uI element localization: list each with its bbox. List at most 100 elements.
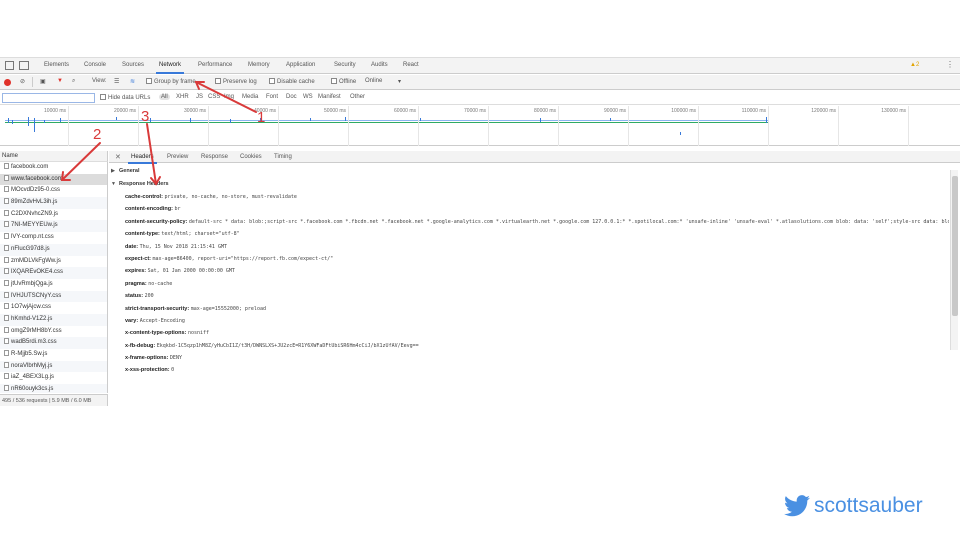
- group-by-frame-checkbox[interactable]: Group by frame: [146, 78, 196, 85]
- request-name: lVY-comp.nt.css: [11, 234, 54, 241]
- request-row[interactable]: hKmhd-V1Z2.js: [0, 313, 107, 326]
- request-row[interactable]: lVHJUTSCNyY.css: [0, 290, 107, 303]
- headers-scrollbar[interactable]: [950, 170, 958, 350]
- tab-preview[interactable]: Preview: [167, 154, 188, 160]
- close-icon[interactable]: ✕: [115, 153, 121, 161]
- header-value: max-age=86400, report-uri="https://repor…: [152, 255, 334, 262]
- request-name: 1O7wjAjcw.css: [11, 304, 52, 311]
- header-key: status:: [125, 293, 144, 300]
- throttling-select[interactable]: Online: [365, 78, 382, 84]
- header-value: Thu, 15 Nov 2018 21:15:41 GMT: [139, 243, 227, 250]
- filter-icon[interactable]: ▼: [57, 78, 63, 84]
- timeline-tick-label: 60000 ms: [394, 108, 416, 114]
- timeline-request-mark: [540, 118, 541, 122]
- tab-performance[interactable]: Performance: [198, 62, 232, 68]
- file-icon: [4, 233, 9, 240]
- more-options-icon[interactable]: ⋮: [946, 60, 954, 69]
- request-name: R-Mjjb5.Sw.js: [11, 351, 48, 357]
- request-row[interactable]: noraVlbrhMyj.js: [0, 360, 107, 373]
- request-row[interactable]: nFlucG97d8.js: [0, 243, 107, 256]
- device-toolbar-icon[interactable]: [19, 61, 29, 70]
- header-key: content-type:: [125, 231, 160, 238]
- tab-headers[interactable]: Headers: [128, 154, 157, 164]
- request-row[interactable]: 1O7wjAjcw.css: [0, 302, 107, 314]
- filter-type-ws[interactable]: WS: [303, 94, 313, 100]
- inspect-element-icon[interactable]: [5, 61, 14, 70]
- search-icon[interactable]: ⌕: [72, 78, 75, 85]
- filter-type-doc[interactable]: Doc: [286, 94, 297, 100]
- request-row[interactable]: nR60ouyk3cs.js: [0, 384, 107, 393]
- tab-application[interactable]: Application: [286, 62, 315, 68]
- request-row[interactable]: R-Mjjb5.Sw.js: [0, 349, 107, 361]
- header-value: Sat, 01 Jan 2000 00:00:00 GMT: [147, 268, 235, 275]
- request-row[interactable]: wadB5rdi.m3.css: [0, 337, 107, 349]
- filter-type-img[interactable]: Img: [224, 94, 234, 100]
- request-name: MOcvdDz95-0.css: [11, 187, 61, 194]
- request-row[interactable]: www.facebook.com: [0, 173, 107, 186]
- tab-elements[interactable]: Elements: [44, 62, 69, 68]
- large-rows-icon[interactable]: ☰: [114, 78, 119, 85]
- request-row[interactable]: iaZ_4BEX3Lg.js: [0, 372, 107, 384]
- record-button[interactable]: [4, 79, 11, 86]
- header-row: x-frame-options: DENY: [111, 352, 949, 364]
- filter-type-js[interactable]: JS: [196, 94, 203, 100]
- tab-audits[interactable]: Audits: [371, 62, 388, 68]
- file-icon: [4, 221, 9, 228]
- overview-icon[interactable]: ≋: [130, 78, 135, 85]
- expand-triangle-icon: ▶: [111, 168, 115, 174]
- disable-cache-checkbox[interactable]: Disable cache: [269, 78, 315, 85]
- response-headers-section[interactable]: ▼ Response Headers: [111, 178, 949, 191]
- filter-type-all[interactable]: All: [159, 94, 170, 100]
- request-row[interactable]: 89mZdvHvL3ih.js: [0, 197, 107, 209]
- file-icon: [4, 291, 9, 298]
- request-list: facebook.com www.facebook.com MOcvdDz95-0.…: [0, 162, 108, 393]
- tab-react[interactable]: React: [403, 62, 419, 68]
- tab-console[interactable]: Console: [84, 62, 106, 68]
- filter-type-css[interactable]: CSS: [208, 94, 220, 100]
- toolbar-divider: [32, 77, 33, 87]
- filter-type-media[interactable]: Media: [242, 94, 258, 100]
- header-row: pragma: no-cache: [111, 278, 949, 290]
- view-label: View:: [92, 78, 107, 84]
- timeline-overview[interactable]: 10000 ms 20000 ms 30000 ms 40000 ms 50000 ms…: [0, 106, 960, 146]
- request-row[interactable]: jtUvRmbjQga.js: [0, 279, 107, 291]
- clear-icon[interactable]: ⊘: [20, 78, 25, 85]
- timeline-gridline: [208, 106, 209, 146]
- request-row[interactable]: lVY-comp.nt.css: [0, 232, 107, 244]
- request-row[interactable]: MOcvdDz95-0.css: [0, 185, 107, 197]
- tab-cookies[interactable]: Cookies: [240, 154, 262, 160]
- filter-input[interactable]: [2, 93, 95, 103]
- scrollbar-thumb[interactable]: [952, 176, 958, 316]
- timeline-request-mark: [230, 119, 231, 123]
- preserve-log-checkbox[interactable]: Preserve log: [215, 78, 257, 85]
- tab-network[interactable]: Network: [155, 62, 185, 74]
- filter-type-other[interactable]: Other: [350, 94, 365, 100]
- tab-security[interactable]: Security: [334, 62, 356, 68]
- request-row[interactable]: lXQAREvOKE4.css: [0, 267, 107, 279]
- filter-type-manifest[interactable]: Manifest: [318, 94, 341, 100]
- name-column-header[interactable]: Name: [0, 151, 108, 162]
- tab-memory[interactable]: Memory: [248, 62, 270, 68]
- tab-timing[interactable]: Timing: [274, 154, 292, 160]
- general-section[interactable]: ▶ General: [111, 165, 949, 178]
- request-row[interactable]: omgZ9rMH8bY.css: [0, 326, 107, 338]
- request-row[interactable]: facebook.com: [0, 162, 107, 174]
- file-icon: [4, 268, 9, 275]
- header-row: content-type: text/html; charset="utf-8": [111, 228, 949, 240]
- chevron-down-icon[interactable]: ▾: [398, 78, 401, 85]
- camera-icon[interactable]: ▣: [40, 78, 46, 85]
- timeline-gridline: [138, 106, 139, 146]
- tab-sources[interactable]: Sources: [122, 62, 144, 68]
- request-row[interactable]: 7NI-MEYYEUw.js: [0, 220, 107, 233]
- request-row[interactable]: C2DXNvhcZN9.js: [0, 209, 107, 221]
- header-row: content-encoding: br: [111, 203, 949, 215]
- tab-response[interactable]: Response: [201, 154, 228, 160]
- file-icon: [4, 350, 9, 356]
- filter-type-font[interactable]: Font: [266, 94, 278, 100]
- filter-type-xhr[interactable]: XHR: [176, 94, 189, 100]
- offline-checkbox[interactable]: Offline: [331, 78, 356, 85]
- warning-counter[interactable]: ▲2: [910, 62, 919, 68]
- timeline-request-mark: [12, 120, 13, 124]
- request-row[interactable]: zmMDLVkFgWw.js: [0, 256, 107, 268]
- hide-data-urls-checkbox[interactable]: Hide data URLs: [100, 94, 150, 101]
